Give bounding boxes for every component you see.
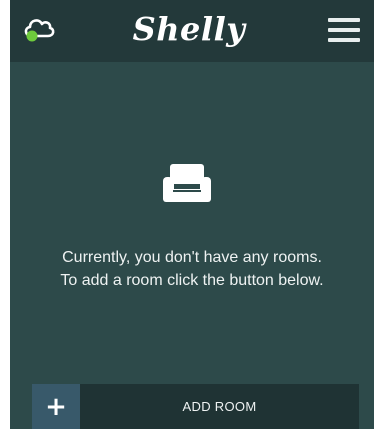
add-room-label[interactable]: ADD ROOM xyxy=(80,384,359,429)
empty-state-line-1: Currently, you don't have any rooms. xyxy=(62,249,322,266)
plus-icon[interactable]: + xyxy=(32,384,80,429)
top-bar: Shelly xyxy=(10,0,374,62)
menu-line xyxy=(328,38,360,42)
menu-line xyxy=(328,28,360,32)
cloud-connected-dot xyxy=(26,30,38,42)
cloud-status-button[interactable] xyxy=(22,14,56,42)
brand-logo: Shelly xyxy=(132,10,246,48)
add-room-button[interactable]: + ADD ROOM xyxy=(32,384,359,429)
hamburger-menu-icon[interactable] xyxy=(328,18,360,42)
empty-state-message: Currently, you don't have any rooms. To … xyxy=(40,246,344,292)
cloud-status-icon xyxy=(24,19,55,42)
empty-state-line-2: To add a room click the button below. xyxy=(60,272,324,289)
app-screen: Shelly Currently, you don't have any roo… xyxy=(10,0,374,429)
menu-line xyxy=(328,18,360,22)
sofa-icon xyxy=(163,164,211,202)
